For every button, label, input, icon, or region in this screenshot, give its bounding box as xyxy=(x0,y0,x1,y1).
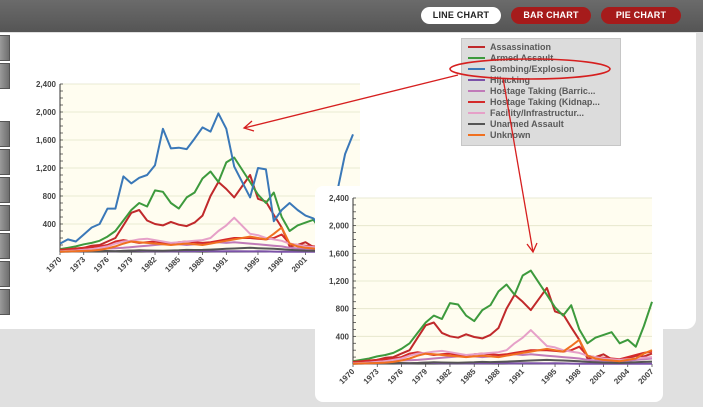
pointer-arrow-left xyxy=(243,74,459,129)
annotation-layer xyxy=(242,58,611,254)
highlight-ellipse xyxy=(449,58,611,80)
pointer-arrow-down xyxy=(502,77,534,253)
